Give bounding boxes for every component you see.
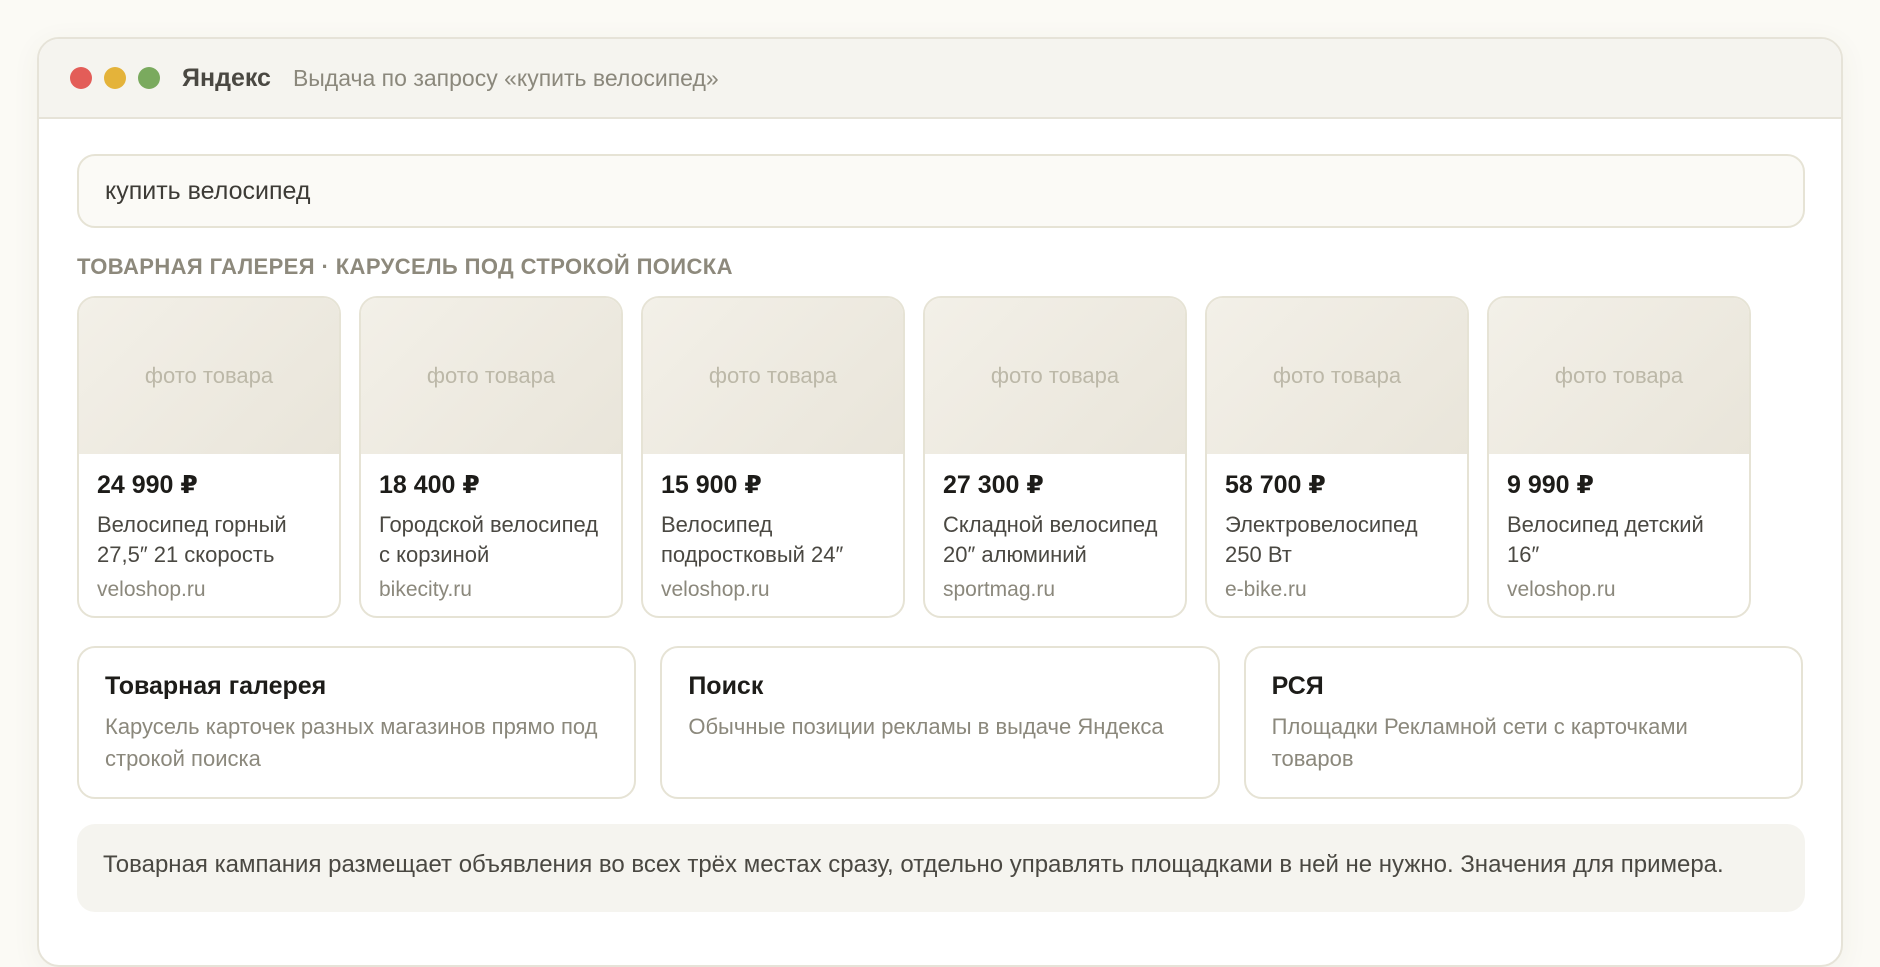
- info-note: Товарная кампания размещает объявления в…: [77, 824, 1805, 912]
- product-name[interactable]: Велосипед детский 16″: [1507, 510, 1731, 570]
- page-content: ТОВАРНАЯ ГАЛЕРЕЯ · КАРУСЕЛЬ ПОД СТРОКОЙ …: [39, 119, 1841, 912]
- product-card[interactable]: фото товара 27 300 ₽ Складной велосипед …: [923, 296, 1187, 618]
- gallery-section-label: ТОВАРНАЯ ГАЛЕРЕЯ · КАРУСЕЛЬ ПОД СТРОКОЙ …: [77, 254, 733, 279]
- minimize-window-button[interactable]: [104, 67, 126, 89]
- maximize-window-button[interactable]: [138, 67, 160, 89]
- search-bar[interactable]: [77, 154, 1805, 228]
- product-photo-placeholder: фото товара: [643, 298, 903, 454]
- product-price: 27 300 ₽: [943, 471, 1044, 499]
- product-card-body: 18 400 ₽ Городской велосипед с корзиной …: [361, 454, 621, 602]
- placement-card: Товарная галерея Карусель карточек разны…: [77, 646, 637, 799]
- search-input[interactable]: [105, 176, 1803, 206]
- product-photo-placeholder: фото товара: [361, 298, 621, 454]
- placement-description: Карусель карточек разных магазинов прямо…: [105, 714, 598, 771]
- product-name[interactable]: Велосипед подростковый 24″: [661, 510, 885, 570]
- product-card-body: 15 900 ₽ Велосипед подростковый 24″ velo…: [643, 454, 903, 602]
- product-card[interactable]: фото товара 24 990 ₽ Велосипед горный 27…: [77, 296, 341, 618]
- product-photo-placeholder: фото товара: [79, 298, 339, 454]
- placement-title: Поиск: [688, 672, 764, 700]
- title-bar: Яндекс Выдача по запросу «купить велосип…: [39, 39, 1841, 119]
- product-photo-placeholder: фото товара: [925, 298, 1185, 454]
- product-shop-link[interactable]: veloshop.ru: [661, 578, 885, 602]
- product-card[interactable]: фото товара 58 700 ₽ Электровелосипед 25…: [1205, 296, 1469, 618]
- placement-types: Товарная галерея Карусель карточек разны…: [77, 646, 1803, 799]
- product-name[interactable]: Велосипед горный 27,5″ 21 скорость: [97, 510, 321, 570]
- product-shop-link[interactable]: veloshop.ru: [1507, 578, 1731, 602]
- placement-description: Площадки Рекламной сети с карточками тов…: [1271, 714, 1688, 771]
- close-window-button[interactable]: [70, 67, 92, 89]
- product-card-body: 27 300 ₽ Складной велосипед 20″ алюминий…: [925, 454, 1185, 602]
- product-card[interactable]: фото товара 18 400 ₽ Городской велосипед…: [359, 296, 623, 618]
- product-price: 58 700 ₽: [1225, 471, 1326, 499]
- product-shop-link[interactable]: e-bike.ru: [1225, 578, 1449, 602]
- product-card-body: 9 990 ₽ Велосипед детский 16″ veloshop.r…: [1489, 454, 1749, 602]
- placement-card: Поиск Обычные позиции рекламы в выдаче Я…: [660, 646, 1220, 799]
- product-name[interactable]: Городской велосипед с корзиной: [379, 510, 603, 570]
- product-card[interactable]: фото товара 15 900 ₽ Велосипед подростко…: [641, 296, 905, 618]
- placement-title: Товарная галерея: [105, 672, 327, 700]
- product-name[interactable]: Складной велосипед 20″ алюминий: [943, 510, 1167, 570]
- product-gallery-carousel: фото товара 24 990 ₽ Велосипед горный 27…: [77, 296, 1803, 618]
- product-card[interactable]: фото товара 9 990 ₽ Велосипед детский 16…: [1487, 296, 1751, 618]
- brand-logo: Яндекс: [182, 63, 271, 92]
- product-price: 18 400 ₽: [379, 471, 480, 499]
- placement-card: РСЯ Площадки Рекламной сети с карточками…: [1243, 646, 1803, 799]
- product-shop-link[interactable]: veloshop.ru: [97, 578, 321, 602]
- product-photo-placeholder: фото товара: [1207, 298, 1467, 454]
- product-card-body: 58 700 ₽ Электровелосипед 250 Вт e-bike.…: [1207, 454, 1467, 602]
- product-name[interactable]: Электровелосипед 250 Вт: [1225, 510, 1449, 570]
- product-price: 9 990 ₽: [1507, 471, 1594, 499]
- window-title: Выдача по запросу «купить велосипед»: [292, 64, 719, 91]
- product-shop-link[interactable]: sportmag.ru: [943, 578, 1167, 602]
- product-price: 15 900 ₽: [661, 471, 762, 499]
- product-card-body: 24 990 ₽ Велосипед горный 27,5″ 21 скоро…: [79, 454, 339, 602]
- placement-title: РСЯ: [1271, 672, 1324, 700]
- placement-description: Обычные позиции рекламы в выдаче Яндекса: [688, 714, 1164, 739]
- product-shop-link[interactable]: bikecity.ru: [379, 578, 603, 602]
- product-price: 24 990 ₽: [97, 471, 198, 499]
- product-photo-placeholder: фото товара: [1489, 298, 1749, 454]
- browser-window: Яндекс Выдача по запросу «купить велосип…: [37, 37, 1843, 967]
